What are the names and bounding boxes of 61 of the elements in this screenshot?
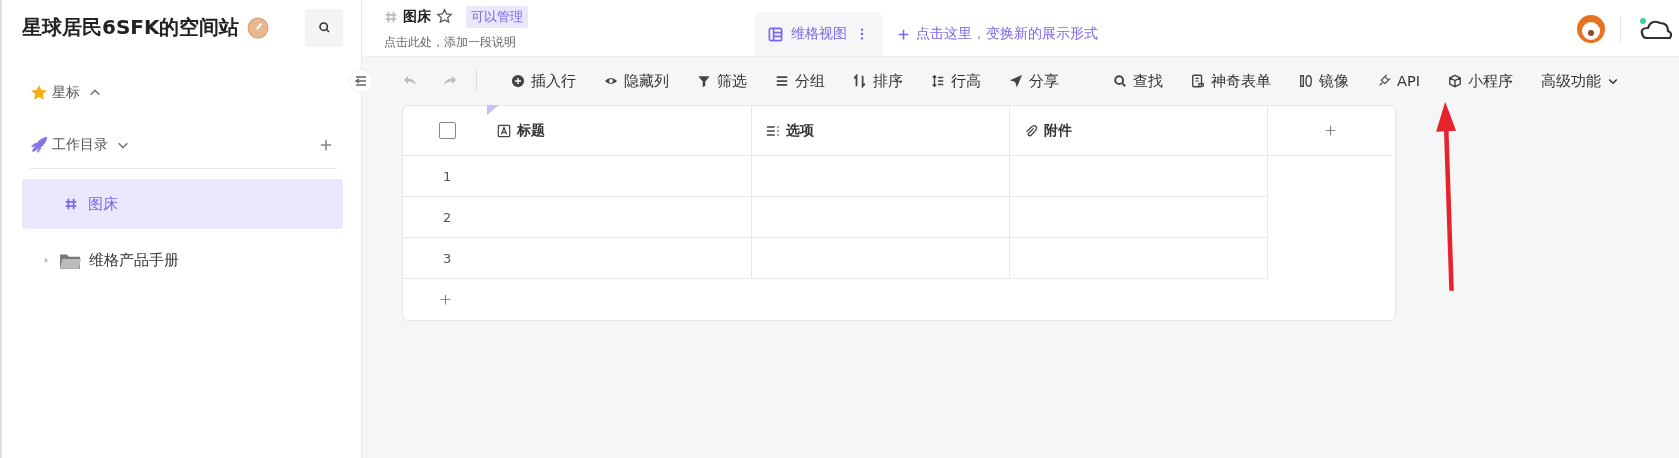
caret-right-icon[interactable]	[42, 255, 51, 265]
form-icon	[1191, 74, 1205, 88]
hash-icon	[384, 9, 398, 24]
toolbar-button[interactable]: 高级功能	[1526, 66, 1633, 96]
search-icon	[1113, 74, 1127, 88]
rocket-icon	[30, 136, 48, 154]
plug-icon	[1377, 74, 1391, 88]
sort-icon	[853, 74, 867, 88]
permission-badge: 可以管理	[466, 5, 528, 28]
select-all-checkbox[interactable]	[439, 122, 456, 139]
sheet-title: 图床	[403, 7, 431, 26]
row-number: 1	[443, 168, 452, 184]
row-height-icon	[931, 74, 945, 88]
corner-mark	[487, 105, 499, 115]
toolbar-button[interactable]: 小程序	[1433, 66, 1527, 96]
column-header[interactable]: 选项	[752, 106, 1010, 156]
tree-item[interactable]: 维格产品手册	[22, 235, 343, 285]
toolbar-button[interactable]: 筛选	[683, 66, 761, 96]
hash-icon	[64, 197, 78, 211]
toolbar-button[interactable]: 分组	[761, 66, 839, 96]
cube-icon	[1447, 74, 1462, 88]
toolbar-button[interactable]: 插入行	[497, 66, 590, 96]
send-icon	[1009, 74, 1023, 88]
column-header[interactable]: 标题	[489, 106, 752, 156]
toolbar-button[interactable]: 行高	[917, 66, 995, 96]
toolbar-button[interactable]: 隐藏列	[590, 66, 683, 96]
paperclip-icon	[1024, 123, 1038, 138]
mirror-icon	[1299, 74, 1313, 88]
avatar-icon[interactable]	[1576, 13, 1606, 44]
search-icon[interactable]	[317, 21, 331, 34]
collapse-sidebar-icon[interactable]	[349, 69, 373, 93]
list-icon	[775, 74, 789, 88]
add-view-button[interactable]: 点击这里，变换新的展示形式	[883, 12, 1112, 56]
text-field-icon	[497, 123, 511, 138]
plus-icon	[439, 293, 452, 306]
toolbar-button[interactable]: 查找	[1099, 66, 1177, 96]
grid-view-icon	[768, 26, 783, 42]
plus-icon	[1323, 124, 1337, 137]
row-number: 3	[443, 250, 452, 266]
column-header[interactable]: 附件	[1010, 106, 1268, 156]
space-title: 星球居民6SFK的空间站	[22, 14, 240, 41]
options-icon	[766, 123, 780, 138]
view-tab[interactable]: 维格视图	[754, 12, 883, 56]
plus-circle-icon	[511, 74, 525, 88]
toolbar-button[interactable]: API	[1363, 66, 1434, 96]
description-text[interactable]: 点击此处，添加一段说明	[384, 33, 754, 51]
toolbar-button[interactable]: 镜像	[1285, 66, 1363, 96]
section-label[interactable]: 工作目录	[52, 136, 108, 154]
search-button[interactable]	[305, 8, 343, 47]
add-icon[interactable]	[319, 138, 333, 152]
tree-item[interactable]: 图床	[22, 179, 343, 229]
funnel-icon	[697, 74, 711, 88]
row-number: 2	[443, 209, 452, 225]
toolbar-button[interactable]: 分享	[995, 66, 1073, 96]
compass-icon	[247, 16, 270, 39]
toolbar-button[interactable]: 神奇表单	[1177, 66, 1285, 96]
toolbar-button[interactable]: 排序	[839, 66, 917, 96]
star-icon	[30, 84, 48, 102]
section-label[interactable]: 星标	[52, 84, 80, 102]
star-outline-icon[interactable]	[436, 8, 453, 25]
plus-icon	[897, 27, 910, 41]
